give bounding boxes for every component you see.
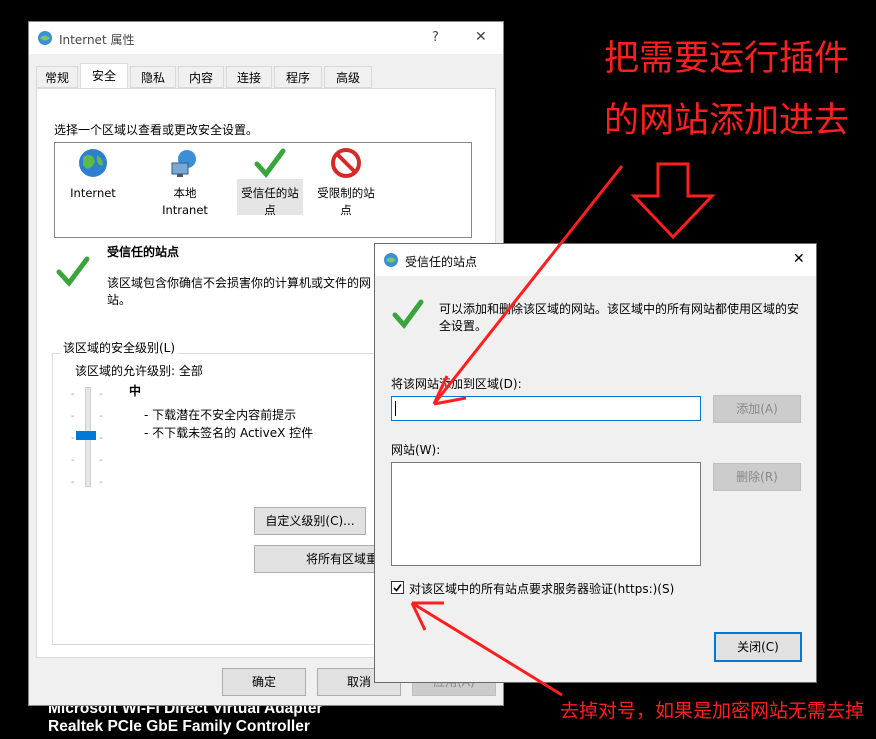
pointer-arrow-to-input	[432, 165, 624, 405]
annotation-arrows	[410, 162, 716, 697]
down-arrow-icon	[630, 162, 716, 240]
pointer-arrow-to-checkbox	[411, 601, 563, 697]
